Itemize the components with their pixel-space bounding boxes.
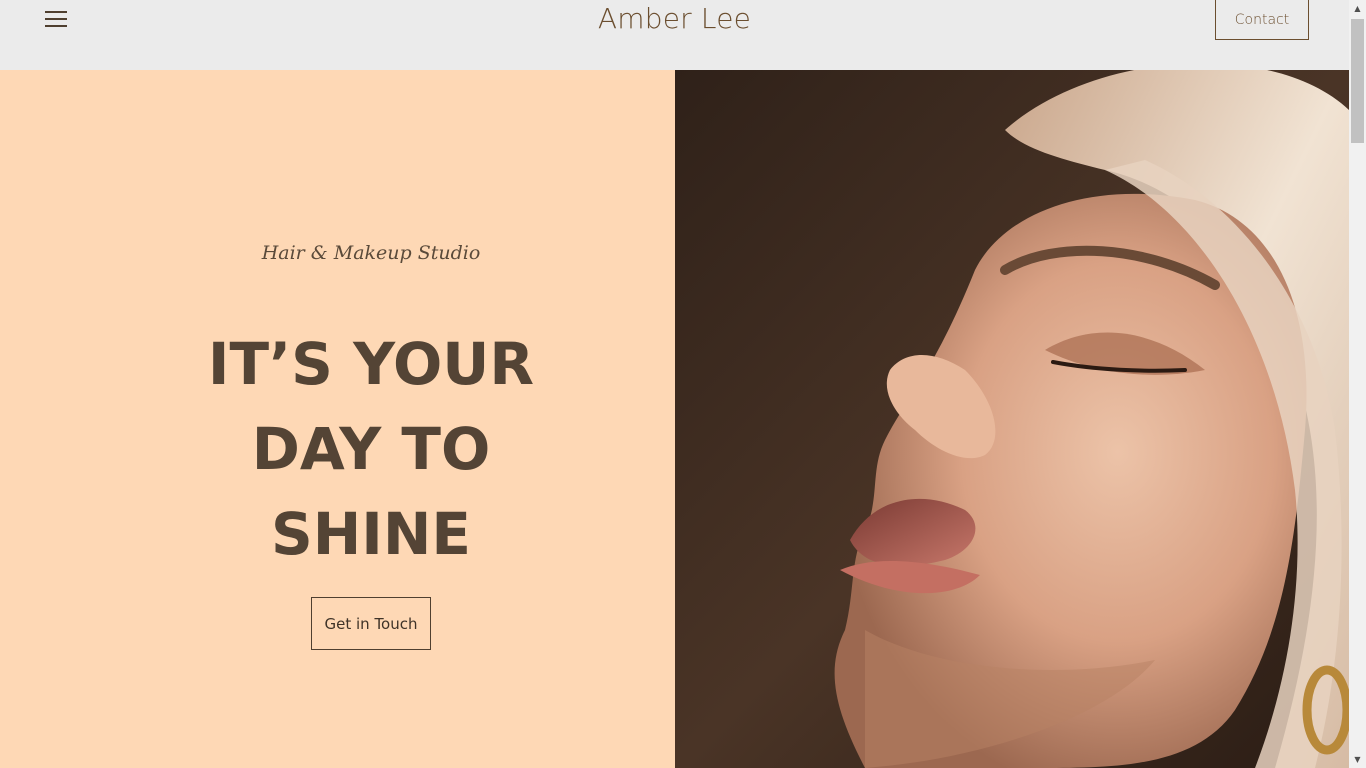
menu-line	[45, 25, 67, 27]
site-header: Amber Lee Contact	[0, 0, 1349, 70]
scroll-down-arrow-icon[interactable]: ▼	[1349, 751, 1366, 768]
headline-line: SHINE	[270, 500, 472, 568]
site-brand: Amber Lee	[0, 2, 1349, 35]
headline-line: DAY TO	[251, 415, 491, 483]
hero-headline: IT’S YOUR DAY TO SHINE	[0, 322, 742, 577]
hero-tagline: Hair & Makeup Studio	[261, 242, 481, 264]
portrait-illustration	[675, 70, 1349, 768]
menu-line	[45, 11, 67, 13]
page-scrollbar[interactable]: ▲ ▼	[1349, 0, 1366, 768]
get-in-touch-button[interactable]: Get in Touch	[311, 597, 431, 650]
menu-line	[45, 18, 67, 20]
headline-line: IT’S YOUR	[207, 330, 535, 398]
scroll-up-arrow-icon[interactable]: ▲	[1349, 0, 1366, 17]
hero-portrait-image	[675, 70, 1349, 768]
brand-name[interactable]: Amber Lee	[598, 2, 751, 35]
scrollbar-thumb[interactable]	[1351, 19, 1364, 143]
hero-panel: Hair & Makeup Studio IT’S YOUR DAY TO SH…	[0, 70, 675, 768]
contact-button[interactable]: Contact	[1215, 0, 1309, 40]
hamburger-menu-icon[interactable]	[45, 9, 67, 31]
